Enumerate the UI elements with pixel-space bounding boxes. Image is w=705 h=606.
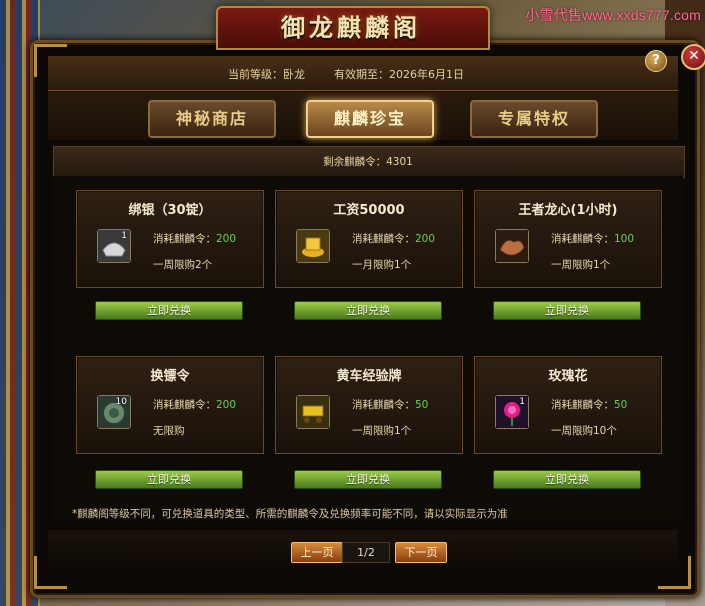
- next-page-button[interactable]: 下一页: [395, 542, 447, 563]
- tab-mystery-shop[interactable]: 神秘商店: [148, 100, 276, 138]
- cost-label: 消耗麒麟令：: [153, 233, 216, 245]
- item-limit: 一周限购10个: [551, 425, 617, 437]
- item-limit: 一周限购2个: [153, 259, 213, 271]
- cost-value: 200: [415, 233, 436, 245]
- item-limit: 一周限购1个: [352, 425, 412, 437]
- item-card-dragon-heart: 王者龙心(1小时) 消耗麒麟令：100 一周限购1个: [474, 190, 662, 288]
- item-quantity: 10: [115, 397, 127, 407]
- yellow-cart-icon[interactable]: [296, 395, 330, 429]
- item-card-bound-silver: 绑银（30锭） 1 消耗麒麟令：200 一周限购2个: [76, 190, 264, 288]
- cost-label: 消耗麒麟令：: [551, 233, 614, 245]
- item-card-rose: 玫瑰花 1 消耗麒麟令：50 一周限购10个: [474, 356, 662, 454]
- current-level-label: 当前等级：卧龙: [228, 68, 305, 81]
- cost-value: 50: [415, 399, 429, 411]
- remaining-tokens-label: 剩余麒麟令：4301: [323, 156, 413, 168]
- item-limit: 一周限购1个: [551, 259, 611, 271]
- cost-value: 200: [216, 233, 237, 245]
- item-name: 绑银（30锭）: [128, 203, 212, 218]
- exchange-button[interactable]: 立即兑换: [294, 301, 442, 320]
- watermark-text: 小雪代售www.xxds777.com: [525, 7, 701, 23]
- item-cost: 消耗麒麟令：200: [352, 231, 435, 246]
- item-name: 工资50000: [333, 203, 405, 218]
- item-cost: 消耗麒麟令：200: [153, 397, 236, 412]
- item-limit: 无限购: [153, 425, 185, 437]
- item-card-escort-token: 换镖令 10 消耗麒麟令：200 无限购: [76, 356, 264, 454]
- item-name: 王者龙心(1小时): [518, 203, 618, 218]
- item-name: 玫瑰花: [548, 369, 588, 384]
- tab-exclusive-privileges[interactable]: 专属特权: [470, 100, 598, 138]
- help-button[interactable]: ?: [645, 50, 667, 72]
- cost-label: 消耗麒麟令：: [551, 399, 614, 411]
- cost-label: 消耗麒麟令：: [352, 399, 415, 411]
- exchange-button[interactable]: 立即兑换: [95, 301, 243, 320]
- window-title: 御龙麒麟阁: [281, 13, 421, 42]
- item-quantity: 1: [121, 231, 127, 241]
- dragon-heart-icon[interactable]: [495, 229, 529, 263]
- expiry-date-label: 有效期至：2026年6月1日: [334, 68, 464, 81]
- item-card-yellow-cart: 黄车经验牌 消耗麒麟令：50 一周限购1个: [275, 356, 463, 454]
- cost-value: 50: [614, 399, 628, 411]
- item-quantity: 1: [519, 397, 525, 407]
- item-card-salary: 工资50000 消耗麒麟令：200 一月限购1个: [275, 190, 463, 288]
- exchange-button[interactable]: 立即兑换: [294, 470, 442, 489]
- cost-label: 消耗麒麟令：: [352, 233, 415, 245]
- cost-value: 100: [614, 233, 635, 245]
- item-name: 黄车经验牌: [336, 369, 402, 384]
- item-cost: 消耗麒麟令：50: [352, 397, 428, 412]
- prev-page-button[interactable]: 上一页: [291, 542, 343, 563]
- cost-value: 200: [216, 399, 237, 411]
- item-limit: 一月限购1个: [352, 259, 412, 271]
- exchange-button[interactable]: 立即兑换: [493, 470, 641, 489]
- item-cost: 消耗麒麟令：100: [551, 231, 634, 246]
- item-cost: 消耗麒麟令：50: [551, 397, 627, 412]
- exchange-button[interactable]: 立即兑换: [95, 470, 243, 489]
- item-name: 换镖令: [150, 369, 190, 384]
- cost-label: 消耗麒麟令：: [153, 399, 216, 411]
- disclaimer-note: *麒麟阁等级不同，可兑换道具的类型、所需的麒麟令及兑换频率可能不同，请以实际显示…: [72, 508, 508, 520]
- tab-qilin-treasures[interactable]: 麒麟珍宝: [306, 100, 434, 138]
- close-button[interactable]: ✕: [681, 44, 705, 70]
- page-indicator: 1/2: [342, 542, 390, 563]
- gold-salary-icon[interactable]: [296, 229, 330, 263]
- item-cost: 消耗麒麟令：200: [153, 231, 236, 246]
- exchange-button[interactable]: 立即兑换: [493, 301, 641, 320]
